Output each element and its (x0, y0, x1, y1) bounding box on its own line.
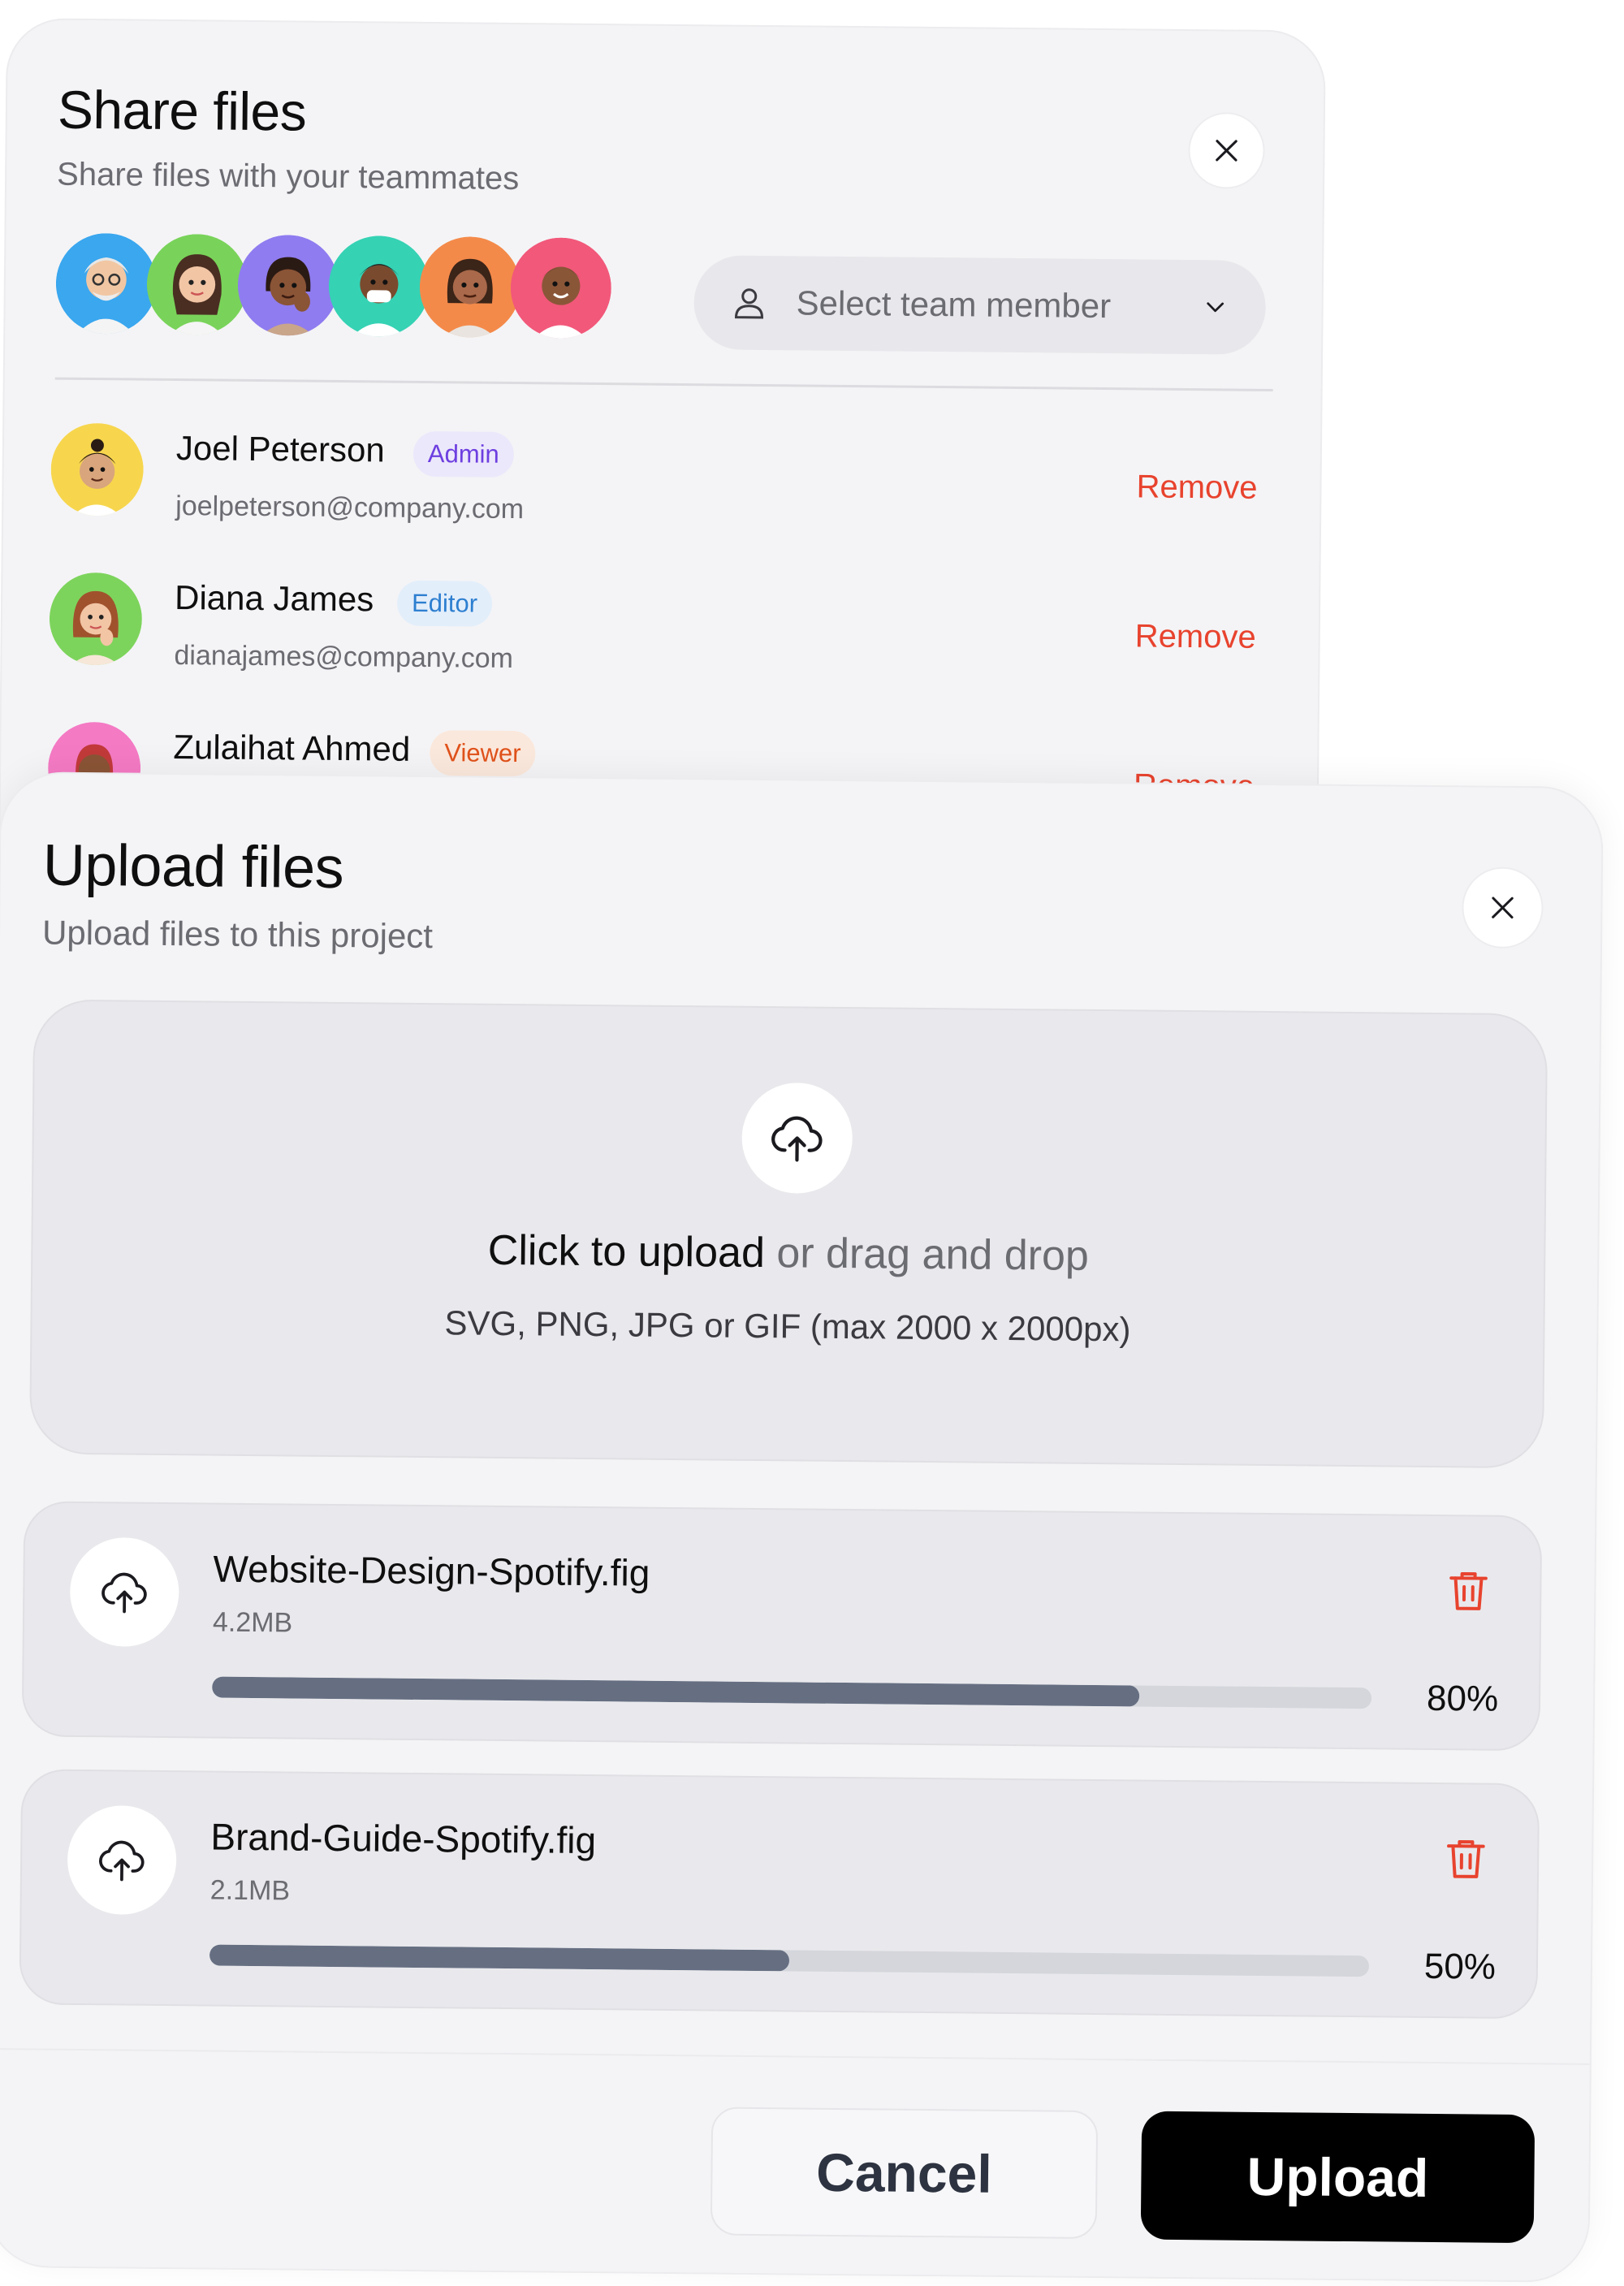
file-type-hint: SVG, PNG, JPG or GIF (max 2000 x 2000px) (444, 1303, 1131, 1349)
dropzone-instructions: Click to upload or drag and drop (32, 1221, 1544, 1285)
chevron-down-icon (1207, 302, 1224, 313)
file-size: 2.1MB (209, 1874, 291, 1907)
file-name: Website-Design-Spotify.fig (213, 1547, 650, 1594)
drag-and-drop-text: or drag and drop (764, 1229, 1090, 1280)
upload-progress-percent: 50% (1423, 1946, 1497, 1987)
cloud-upload-icon (99, 1840, 145, 1882)
upload-progress-bar (209, 1944, 1370, 1977)
user-icon (734, 288, 764, 319)
member-name: Diana James (174, 578, 374, 619)
member-email: joelpeterson@company.com (175, 490, 525, 525)
file-upload-item: Website-Design-Spotify.fig 4.2MB 80% (21, 1501, 1543, 1752)
select-team-member-dropdown[interactable]: Select team member (693, 255, 1267, 355)
select-placeholder: Select team member (796, 283, 1112, 326)
upload-progress-bar (212, 1676, 1372, 1709)
upload-files-dialog: Upload files Upload files to this projec… (0, 771, 1604, 2283)
upload-dropzone[interactable]: Click to upload or drag and drop SVG, PN… (28, 999, 1548, 1469)
cancel-button[interactable]: Cancel (710, 2107, 1099, 2240)
remove-member-button[interactable]: Remove (1135, 618, 1256, 655)
avatar[interactable] (55, 233, 157, 335)
divider (54, 377, 1273, 391)
share-dialog-title: Share files (57, 79, 307, 142)
upload-dialog-title: Upload files (42, 832, 344, 901)
avatar (49, 573, 142, 666)
role-badge: Admin (412, 430, 515, 478)
member-row: Diana James Editor dianajames@company.co… (49, 568, 1268, 693)
member-name: Joel Peterson (175, 429, 385, 469)
upload-button[interactable]: Upload (1140, 2111, 1535, 2244)
file-name: Brand-Guide-Spotify.fig (210, 1815, 597, 1862)
member-email: dianajames@company.com (174, 640, 514, 675)
avatar[interactable] (146, 234, 248, 335)
role-badge: Editor (396, 580, 493, 627)
avatar[interactable] (328, 236, 430, 337)
file-size: 4.2MB (212, 1606, 293, 1639)
click-to-upload-link[interactable]: Click to upload (488, 1227, 766, 1277)
upload-progress-fill (209, 1944, 790, 1972)
trash-icon (1449, 1571, 1488, 1610)
close-icon (1492, 897, 1514, 919)
dialog-footer: Cancel Upload (0, 2047, 1590, 2283)
avatar[interactable] (419, 236, 520, 338)
share-close-button[interactable] (1188, 111, 1265, 189)
upload-progress-fill (212, 1676, 1140, 1707)
avatar[interactable] (510, 237, 611, 339)
upload-close-button[interactable] (1461, 866, 1544, 949)
remove-member-button[interactable]: Remove (1136, 469, 1257, 506)
share-dialog-subtitle: Share files with your teammates (56, 156, 520, 197)
cloud-upload-icon (102, 1572, 147, 1614)
avatar[interactable] (237, 235, 339, 336)
avatar (50, 423, 144, 516)
trash-icon (1447, 1839, 1485, 1878)
file-upload-item: Brand-Guide-Spotify.fig 2.1MB 50% (19, 1769, 1540, 2020)
role-badge: Viewer (430, 730, 536, 777)
cloud-upload-icon (771, 1116, 823, 1162)
dropzone-upload-icon-button (741, 1082, 853, 1195)
member-name: Zulaihat Ahmed (173, 728, 411, 768)
close-icon (1216, 140, 1237, 162)
file-icon-container (67, 1804, 177, 1916)
upload-dialog-subtitle: Upload files to this project (41, 913, 434, 956)
delete-file-button[interactable] (1442, 1565, 1495, 1618)
upload-progress-percent: 80% (1426, 1678, 1499, 1719)
member-row: Joel Peterson Admin joelpeterson@company… (50, 418, 1269, 543)
file-icon-container (69, 1536, 179, 1648)
team-avatar-stack (55, 233, 611, 339)
delete-file-button[interactable] (1440, 1833, 1492, 1886)
